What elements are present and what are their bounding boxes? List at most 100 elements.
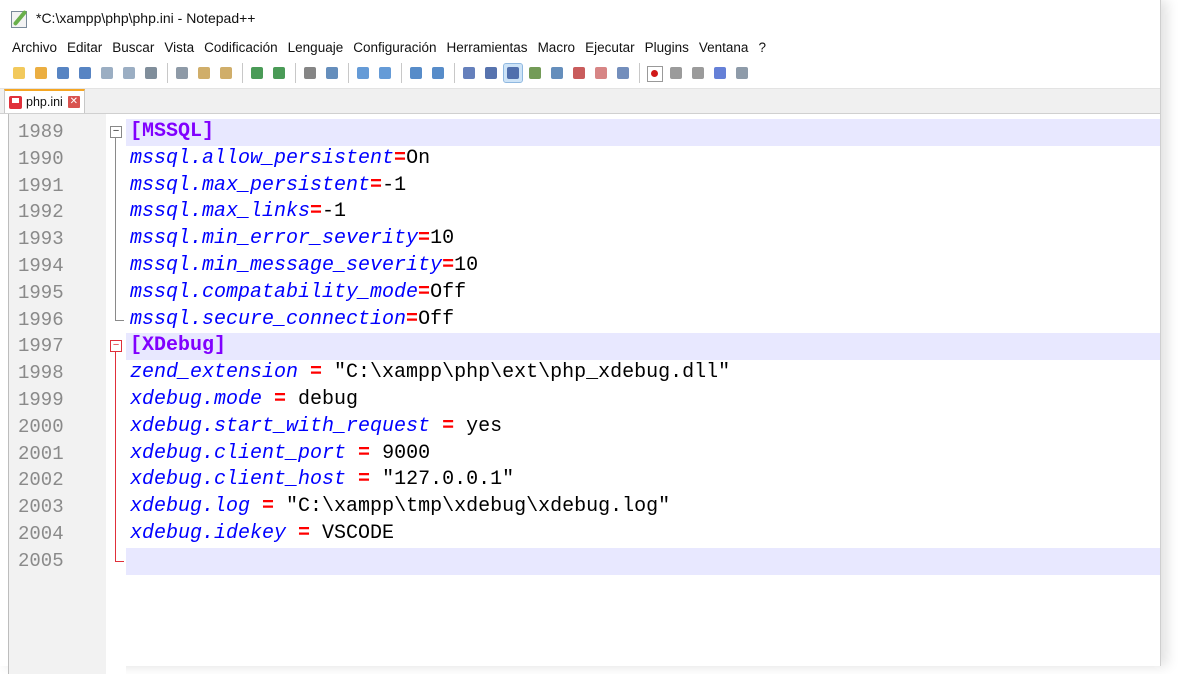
menu-ejecutar[interactable]: Ejecutar [581,40,641,55]
code-text: mssql.max_links=-1 [130,199,346,226]
paste-icon[interactable] [217,64,235,82]
ini-value: yes [466,414,503,438]
sync-vertical-icon[interactable] [407,64,425,82]
code-line[interactable]: 1993 mssql.min_error_severity=10 [0,226,1160,253]
fold-line [109,467,123,495]
menu-vista[interactable]: Vista [160,40,200,55]
show-all-chars-icon[interactable] [482,64,500,82]
code-line[interactable]: 2002 xdebug.client_host = "127.0.0.1" [0,467,1160,495]
fold-line [109,279,123,307]
notepadpp-app-icon [10,9,30,28]
toolbar [0,58,1160,89]
code-line[interactable]: 1997 − [XDebug] [0,333,1160,361]
code-line[interactable]: 2000 xdebug.start_with_request = yes [0,413,1160,441]
code-line[interactable]: 2001 xdebug.client_port = 9000 [0,440,1160,468]
tab-label: php.ini [26,95,63,109]
fold-line [109,386,123,414]
doc-map-icon[interactable] [548,64,566,82]
ini-key: mssql.min_message_severity [130,253,443,277]
ini-operator: = [394,146,407,170]
code-line[interactable]: 1991 mssql.max_persistent=-1 [0,172,1160,200]
ini-value: -1 [382,173,407,197]
code-line[interactable]: 1989 − [MSSQL] [0,119,1160,146]
code-line[interactable]: 1996 mssql.secure_connection=Off [0,306,1160,334]
fold-toggle-icon[interactable]: − [109,333,123,361]
folder-workspace-icon[interactable] [592,64,610,82]
menu-archivo[interactable]: Archivo [8,40,63,55]
close-icon[interactable] [98,64,116,82]
close-all-icon[interactable] [120,64,138,82]
ini-key: xdebug.client_port [130,441,347,465]
code-line[interactable]: 1999 xdebug.mode = debug [0,386,1160,414]
copy-icon[interactable] [195,64,213,82]
ini-operator: = [418,280,431,304]
undo-icon[interactable] [248,64,266,82]
ini-key: zend_extension [130,361,299,385]
play-macro-icon[interactable] [689,64,707,82]
function-list-icon[interactable] [570,64,588,82]
menu-editar[interactable]: Editar [63,40,108,55]
menu-ventana[interactable]: Ventana [695,40,755,55]
tab-close-icon[interactable]: ✕ [67,96,80,108]
ini-value: "C:\xampp\tmp\xdebug\xdebug.log" [286,495,671,519]
menu-herramientas[interactable]: Herramientas [443,40,534,55]
fold-end [109,306,124,334]
line-number: 1996 [18,308,64,331]
code-line[interactable]: 1994 mssql.min_message_severity=10 [0,252,1160,280]
toolbar-separator [167,63,168,83]
toolbar-separator [454,63,455,83]
print-icon[interactable] [142,64,160,82]
code-line[interactable]: 1990 mssql.allow_persistent=On [0,145,1160,173]
menu-macro[interactable]: Macro [534,40,582,55]
stop-macro-icon[interactable] [667,64,685,82]
code-line[interactable]: 2003 xdebug.log = "C:\xampp\tmp\xdebug\xd… [0,494,1160,521]
indent-guide-icon[interactable] [503,63,523,83]
run-macro-multiple-icon[interactable] [711,64,729,82]
word-wrap-icon[interactable] [460,64,478,82]
ini-value: -1 [322,200,347,224]
sync-horizontal-icon[interactable] [429,64,447,82]
toolbar-separator [348,63,349,83]
menu-configuraci-n[interactable]: Configuración [349,40,442,55]
record-macro-icon[interactable] [645,64,663,82]
open-file-icon[interactable] [32,64,50,82]
ini-key: mssql.min_error_severity [130,227,419,251]
toolbar-separator [639,63,640,83]
fold-line [109,413,123,441]
save-all-icon[interactable] [76,64,94,82]
zoom-out-icon[interactable] [376,64,394,82]
cut-icon[interactable] [173,64,191,82]
code-line[interactable]: 1992 mssql.max_links=-1 [0,199,1160,227]
fold-line [109,440,123,468]
code-line[interactable]: 2004 xdebug.idekey = VSCODE [0,520,1160,548]
menu-codificaci-n[interactable]: Codificación [200,40,284,55]
udl-icon[interactable] [526,64,544,82]
new-file-icon[interactable] [10,64,28,82]
tab-php-ini[interactable]: php.ini ✕ [4,89,85,113]
ini-key: xdebug.client_host [130,468,347,492]
ini-section-header: [MSSQL] [130,120,215,143]
code-text: mssql.min_message_severity=10 [130,253,478,280]
line-number: 1997 [18,335,64,358]
current-line-highlight [126,547,1160,575]
save-macro-icon[interactable] [733,64,751,82]
fold-toggle-icon[interactable]: − [109,119,123,146]
zoom-in-icon[interactable] [354,64,372,82]
redo-icon[interactable] [270,64,288,82]
find-icon[interactable] [301,64,319,82]
replace-icon[interactable] [323,64,341,82]
code-line[interactable]: 1998 zend_extension = "C:\xampp\php\ext\p… [0,360,1160,387]
monitoring-icon[interactable] [614,64,632,82]
line-number: 1995 [18,281,64,304]
menu-lenguaje[interactable]: Lenguaje [284,40,350,55]
menu-buscar[interactable]: Buscar [108,40,160,55]
menu-plugins[interactable]: Plugins [641,40,695,55]
code-line[interactable]: 2005 [0,547,1160,575]
code-editor[interactable]: 1989− [MSSQL] 1990 mssql.allow_persistent=O… [0,114,1160,674]
code-line[interactable]: 1995 mssql.compatability_mode=Off [0,279,1160,307]
fold-line [109,199,123,227]
save-icon[interactable] [54,64,72,82]
menu-help[interactable]: ? [754,40,772,55]
ini-operator: = [418,227,431,251]
code-text: xdebug.log = "C:\xampp\tmp\xdebug\xdebug… [130,494,670,521]
